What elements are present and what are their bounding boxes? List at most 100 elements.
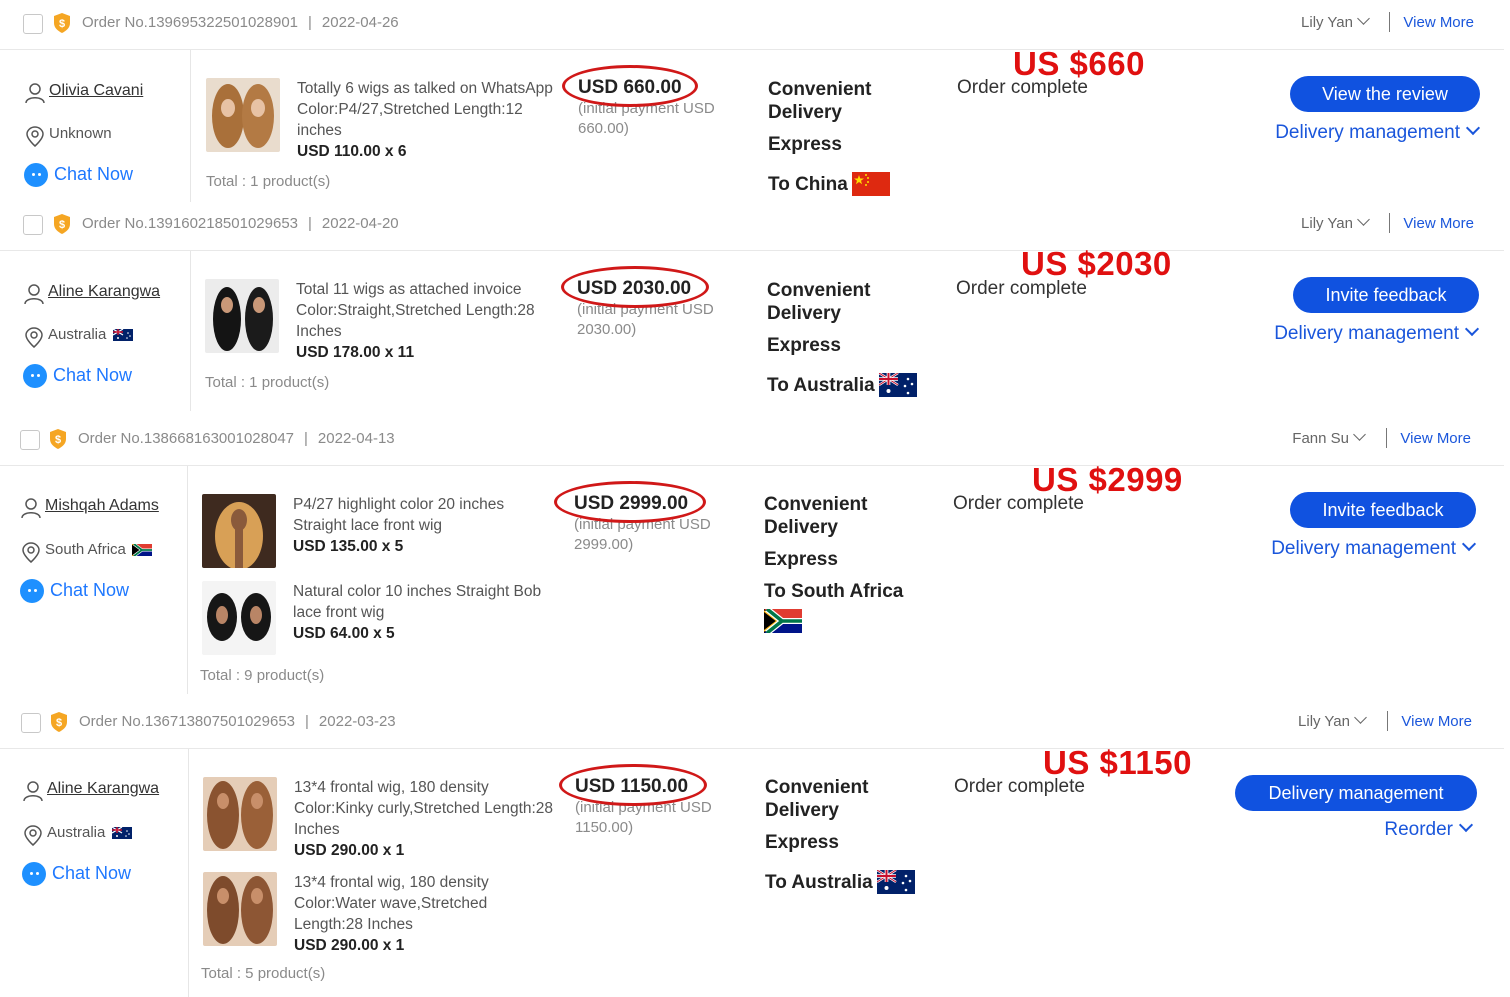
order-select-checkbox[interactable]	[23, 14, 43, 34]
chevron-down-icon	[1357, 12, 1370, 25]
product-spec: Color:P4/27,Stretched Length:12	[297, 101, 523, 118]
column-divider	[190, 50, 191, 202]
order-header: $ Order No.139160218501029653 | 2022-04-20…	[0, 201, 1504, 251]
seller-name: Fann Su	[1292, 430, 1349, 447]
view-more-link[interactable]: View More	[1403, 14, 1474, 31]
product-price: USD 64.00 x 5	[293, 625, 395, 642]
delivery-management-link[interactable]: Delivery management	[1274, 321, 1480, 345]
product-title[interactable]: 13*4 frontal wig, 180 density	[294, 872, 564, 893]
buyer-row[interactable]: Aline Karangwa	[22, 780, 159, 802]
total-products: Total : 1 product(s)	[205, 374, 330, 391]
view-more-link[interactable]: View More	[1403, 215, 1474, 232]
product-thumbnail[interactable]	[202, 494, 276, 568]
invite-feedback-button[interactable]: Invite feedback	[1293, 277, 1479, 313]
view-more-link[interactable]: View More	[1400, 430, 1471, 447]
delivery-type: Express	[765, 832, 839, 853]
product-title[interactable]: Totally 6 wigs as talked on WhatsApp	[297, 78, 567, 99]
product-title[interactable]: P4/27 highlight color 20 inches	[293, 494, 563, 515]
product-thumbnail[interactable]	[203, 872, 277, 946]
buyer-row[interactable]: Aline Karangwa	[23, 283, 160, 305]
chat-now-button[interactable]: Chat Now	[20, 579, 129, 603]
delivery-method: Convenient	[768, 79, 872, 100]
delivery-method-cont: Delivery	[764, 517, 838, 538]
delivery-method-cont: Delivery	[768, 102, 842, 123]
order-header: $ Order No.139695322501028901 | 2022-04-26…	[0, 0, 1504, 50]
buyer-row[interactable]: Olivia Cavani	[24, 82, 143, 104]
delivery-info: Convenient Delivery Express To Australia	[767, 279, 947, 397]
chevron-down-icon	[1353, 428, 1366, 441]
column-divider	[188, 749, 189, 997]
product-info: Totally 6 wigs as talked on WhatsApp Col…	[297, 78, 567, 162]
order-select-checkbox[interactable]	[20, 430, 40, 450]
order-number: Order No.138668163001028047	[78, 430, 295, 447]
invite-feedback-button[interactable]: Invite feedback	[1290, 492, 1476, 528]
location-row: Unknown	[24, 125, 112, 147]
order-amount: USD 660.00 (initial payment USD 660.00)	[562, 65, 748, 139]
seller-dropdown[interactable]: Lily Yan	[1301, 12, 1370, 31]
product-info: 13*4 frontal wig, 180 density Color:Wate…	[294, 872, 564, 956]
person-icon	[21, 498, 41, 519]
red-circle-annotation	[559, 764, 707, 806]
view-review-button[interactable]: View the review	[1290, 76, 1480, 112]
destination-row: To Australia	[765, 870, 945, 894]
australia-flag-icon	[111, 826, 132, 839]
reorder-link[interactable]: Reorder	[1384, 817, 1474, 841]
delivery-management-link[interactable]: Delivery management	[1275, 120, 1481, 144]
shield-badge-icon: $	[54, 13, 70, 33]
header-separator: |	[305, 713, 309, 730]
buyer-row[interactable]: Mishqah Adams	[20, 497, 159, 519]
initial-payment-amount: 2030.00)	[577, 321, 637, 338]
destination: To Australia	[765, 871, 873, 893]
product-title[interactable]: 13*4 frontal wig, 180 density	[294, 777, 564, 798]
delivery-management-label: Delivery management	[1275, 122, 1460, 143]
order-number: Order No.139160218501029653	[82, 215, 299, 232]
seller-dropdown[interactable]: Lily Yan	[1298, 711, 1367, 730]
divider	[1387, 711, 1388, 731]
south-africa-flag-icon	[132, 543, 153, 556]
order-amount: USD 2999.00 (initial payment USD 2999.00…	[554, 481, 744, 555]
chat-now-button[interactable]: Chat Now	[22, 862, 131, 886]
svg-text:$: $	[59, 219, 65, 231]
delivery-type: Express	[768, 134, 842, 155]
chevron-down-icon	[1357, 213, 1370, 226]
destination-row: To China	[768, 172, 948, 196]
product-spec: Straight lace front wig	[293, 517, 443, 534]
product-thumbnail[interactable]	[203, 777, 277, 851]
delivery-method-cont: Delivery	[767, 303, 841, 324]
product-title[interactable]: Natural color 10 inches Straight Bob	[293, 581, 563, 602]
divider	[1386, 428, 1387, 448]
product-thumbnail[interactable]	[202, 581, 276, 655]
delivery-management-link[interactable]: Delivery management	[1271, 536, 1477, 560]
total-products: Total : 1 product(s)	[206, 173, 331, 190]
view-more-link[interactable]: View More	[1401, 713, 1472, 730]
delivery-method: Convenient	[765, 777, 869, 798]
order-select-checkbox[interactable]	[21, 713, 41, 733]
delivery-info: Convenient Delivery Express To Australia	[765, 776, 945, 894]
seller-name: Lily Yan	[1301, 14, 1353, 31]
price-annotation: US $2999	[1032, 461, 1183, 498]
order-number: Order No.139695322501028901	[82, 14, 299, 31]
svg-text:$: $	[56, 717, 62, 729]
product-title[interactable]: Total 11 wigs as attached invoice	[296, 279, 566, 300]
delivery-management-button[interactable]: Delivery management	[1235, 775, 1477, 811]
reorder-label: Reorder	[1384, 819, 1453, 840]
total-products: Total : 9 product(s)	[200, 667, 325, 684]
total-products: Total : 5 product(s)	[201, 965, 326, 982]
delivery-info: Convenient Delivery Express To China	[768, 78, 948, 196]
location-row: Australia	[22, 824, 132, 846]
order-select-checkbox[interactable]	[23, 215, 43, 235]
product-thumbnail[interactable]	[206, 78, 280, 152]
column-divider	[190, 251, 191, 411]
svg-text:$: $	[59, 18, 65, 30]
red-circle-annotation	[561, 266, 709, 308]
product-spec-cont: Length:28 Inches	[294, 916, 413, 933]
seller-dropdown[interactable]: Fann Su	[1292, 428, 1366, 447]
product-spec-cont: Inches	[294, 821, 340, 838]
chat-now-button[interactable]: Chat Now	[24, 163, 133, 187]
chat-bubble-icon	[23, 364, 47, 388]
column-divider	[187, 466, 188, 694]
chat-bubble-icon	[20, 579, 44, 603]
chat-now-button[interactable]: Chat Now	[23, 364, 132, 388]
product-thumbnail[interactable]	[205, 279, 279, 353]
seller-dropdown[interactable]: Lily Yan	[1301, 213, 1370, 232]
